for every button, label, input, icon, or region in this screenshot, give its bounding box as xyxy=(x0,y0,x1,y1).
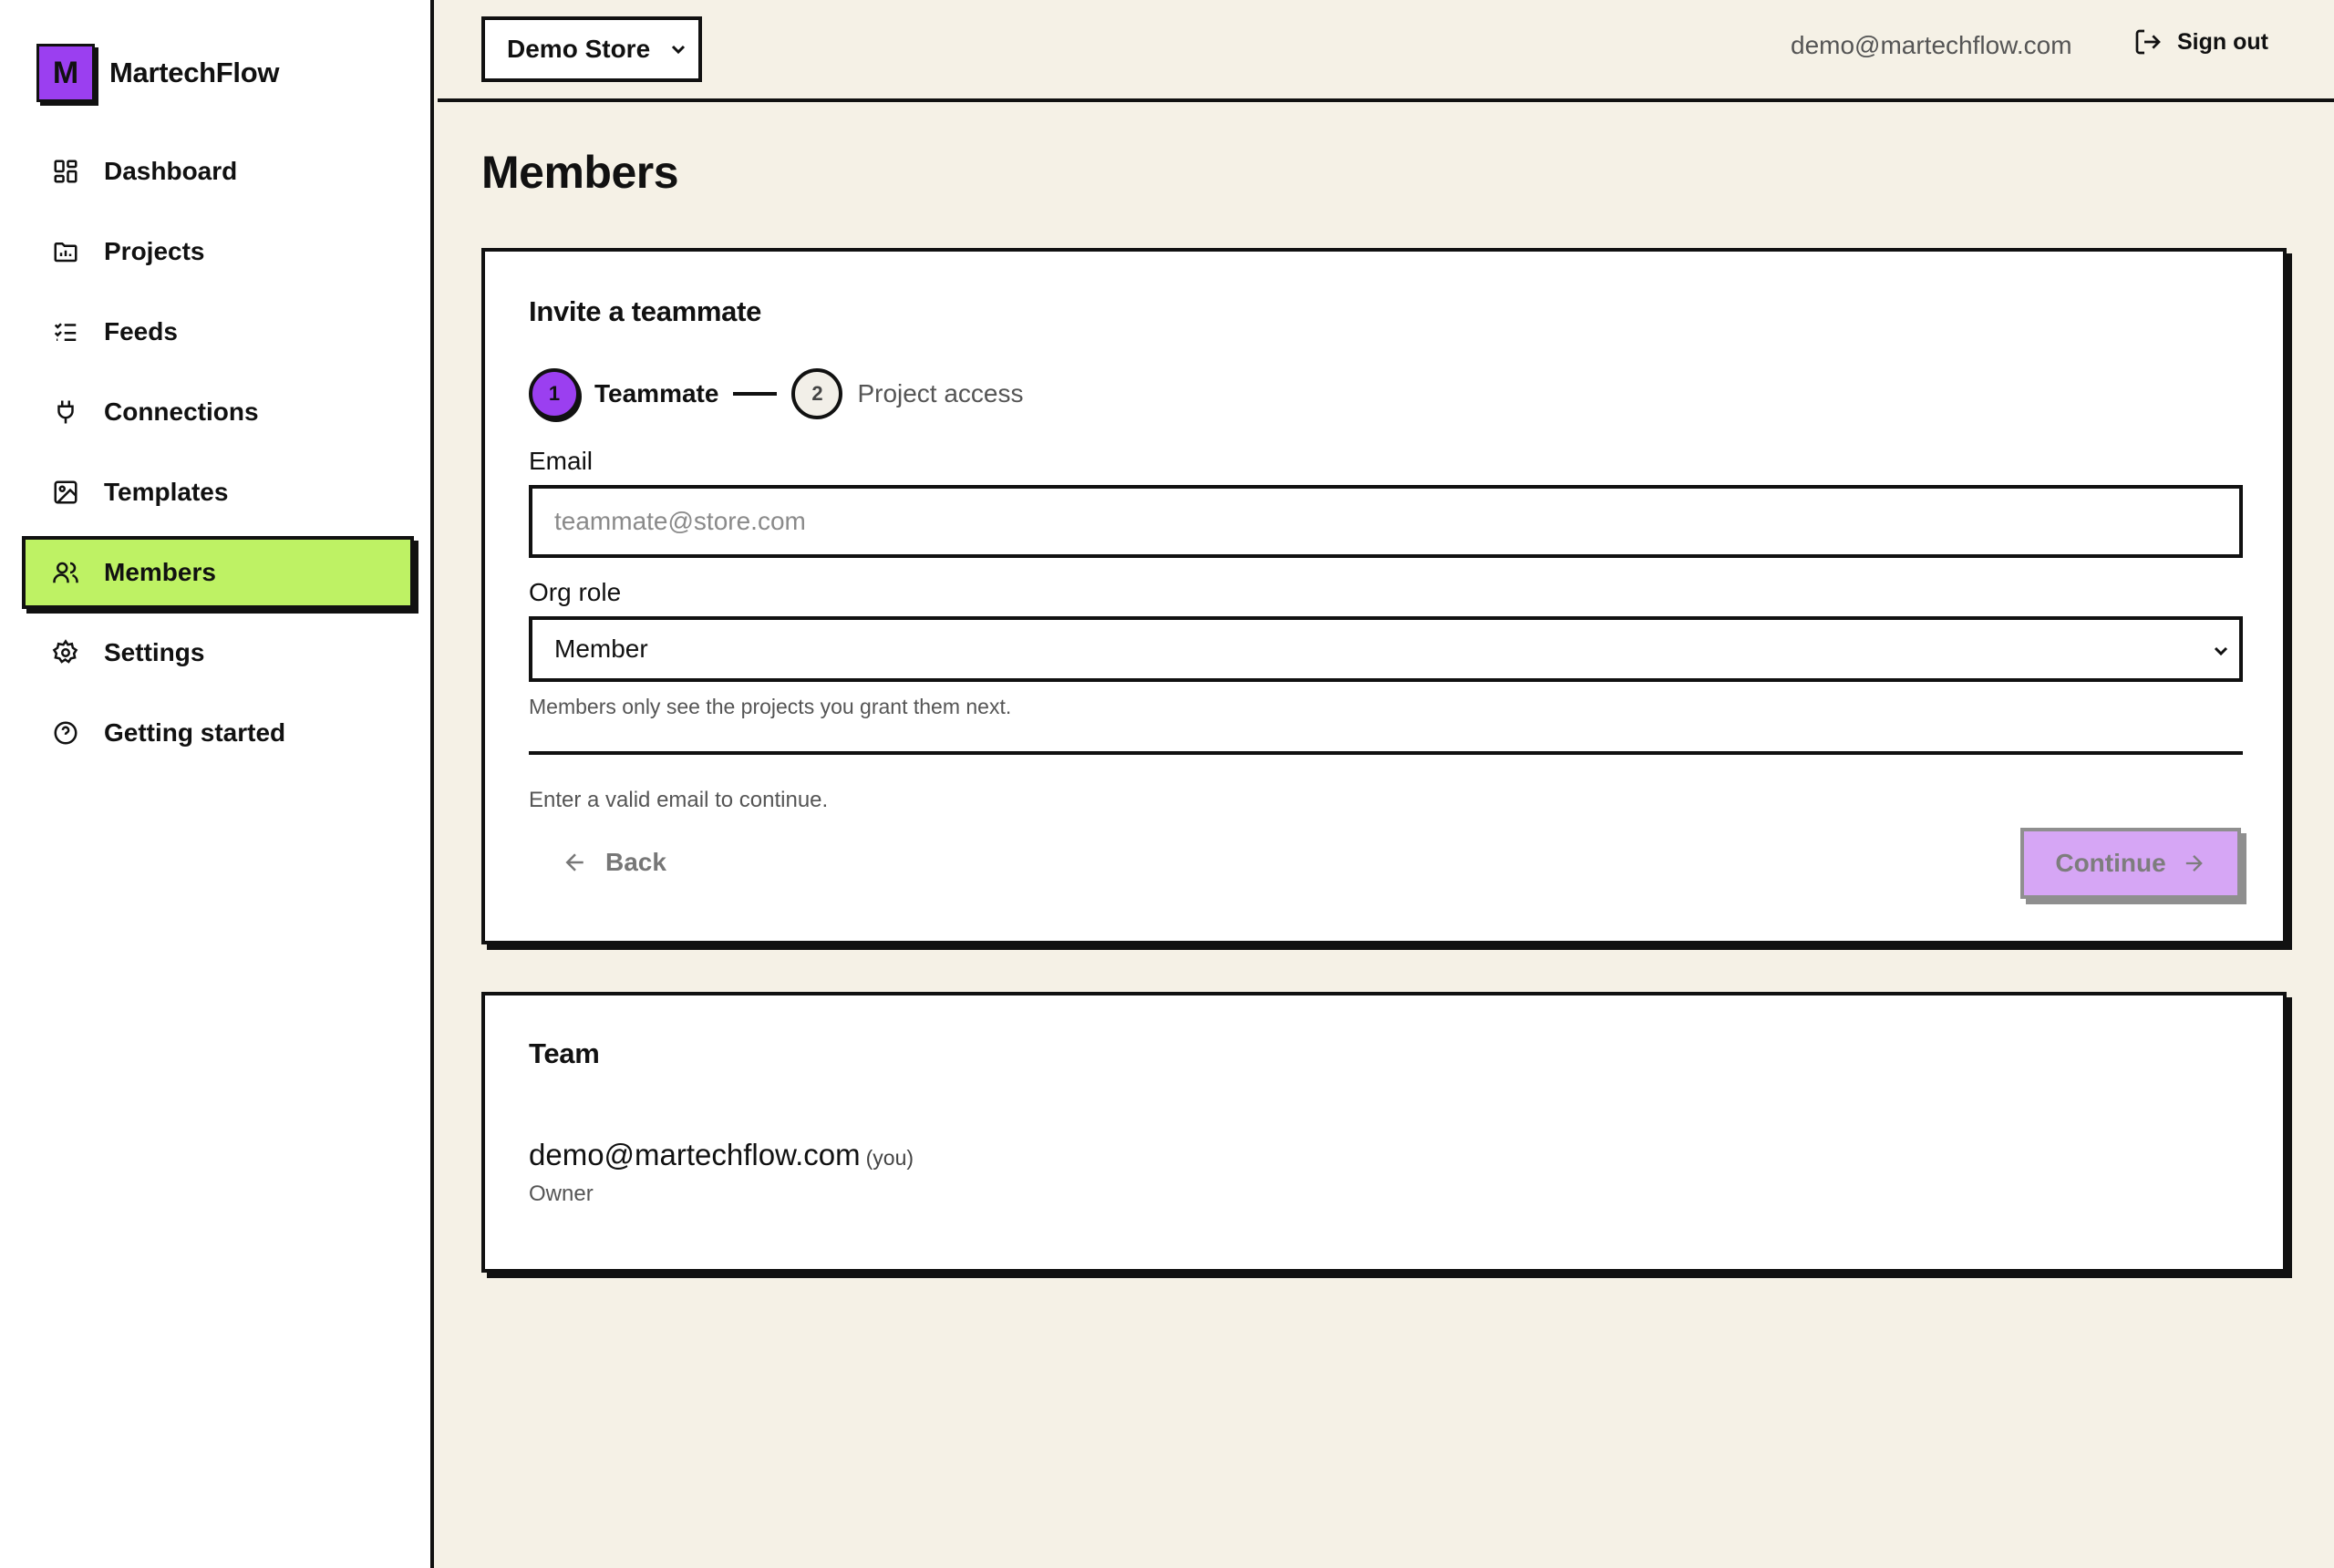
list-item: demo@martechflow.com (you) xyxy=(529,1138,914,1172)
sidebar-item-projects[interactable]: Projects xyxy=(22,215,414,288)
continue-label: Continue xyxy=(2055,849,2166,877)
user-email: demo@martechflow.com xyxy=(1791,31,2072,59)
sidebar-item-connections[interactable]: Connections xyxy=(22,376,414,449)
step-connector xyxy=(733,392,778,396)
email-label: Email xyxy=(529,447,594,475)
page-title: Members xyxy=(481,147,679,198)
org-role-select[interactable]: Member xyxy=(529,616,2243,682)
member-email: demo@martechflow.com xyxy=(529,1138,861,1171)
dashboard-icon xyxy=(51,157,80,186)
org-role-label: Org role xyxy=(529,578,622,606)
help-circle-icon xyxy=(51,718,80,748)
top-header: Demo Store demo@martechflow.com Sign out xyxy=(438,0,2334,102)
sidebar-item-getting-started[interactable]: Getting started xyxy=(22,696,414,769)
member-you-tag: (you) xyxy=(865,1146,914,1170)
chevron-down-icon xyxy=(671,45,686,55)
sidebar-item-label: Templates xyxy=(104,478,229,506)
sidebar-item-templates[interactable]: Templates xyxy=(22,456,414,529)
step-2-indicator: 2 xyxy=(791,368,843,419)
plug-icon xyxy=(51,397,80,427)
validation-message: Enter a valid email to continue. xyxy=(529,788,829,812)
folder-chart-icon xyxy=(51,237,80,266)
form-divider xyxy=(529,751,2243,755)
sidebar-item-dashboard[interactable]: Dashboard xyxy=(22,135,414,208)
team-title: Team xyxy=(529,1037,600,1069)
brand[interactable]: M MartechFlow xyxy=(36,44,279,102)
sidebar-item-label: Members xyxy=(104,558,216,586)
brand-name: MartechFlow xyxy=(109,57,280,88)
invite-title: Invite a teammate xyxy=(529,295,762,327)
org-role-help: Members only see the projects you grant … xyxy=(529,695,1012,718)
sign-out-icon xyxy=(2135,29,2161,55)
step-2-label: Project access xyxy=(857,379,1024,407)
gear-icon xyxy=(51,638,80,667)
brand-logo: M xyxy=(36,44,95,102)
users-icon xyxy=(51,558,80,587)
store-selector[interactable]: Demo Store xyxy=(481,16,702,82)
stepper: 1 Teammate 2 Project access xyxy=(529,368,1024,419)
org-role-value: Member xyxy=(554,634,648,663)
sidebar-item-label: Dashboard xyxy=(104,157,238,185)
sidebar-item-label: Feeds xyxy=(104,317,178,346)
email-field[interactable]: teammate@store.com xyxy=(529,485,2243,558)
sidebar: M MartechFlow Dashboard Projects Feeds C… xyxy=(0,0,434,1568)
sidebar-item-label: Settings xyxy=(104,638,205,666)
sidebar-nav: Dashboard Projects Feeds Connections Tem… xyxy=(22,135,414,777)
invite-card: Invite a teammate 1 Teammate 2 Project a… xyxy=(481,248,2287,944)
back-button[interactable]: Back xyxy=(562,848,666,877)
sign-out-button[interactable]: Sign out xyxy=(2133,27,2268,57)
arrow-right-icon xyxy=(2185,855,2203,872)
sidebar-item-label: Projects xyxy=(104,237,205,265)
continue-button[interactable]: Continue xyxy=(2020,828,2241,899)
store-selector-value: Demo Store xyxy=(507,35,651,63)
image-icon xyxy=(51,478,80,507)
sign-out-label: Sign out xyxy=(2177,28,2268,55)
sidebar-item-feeds[interactable]: Feeds xyxy=(22,295,414,368)
sidebar-item-settings[interactable]: Settings xyxy=(22,616,414,689)
sidebar-item-label: Connections xyxy=(104,397,259,426)
team-card: Team demo@martechflow.com (you) Owner xyxy=(481,992,2287,1273)
member-role: Owner xyxy=(529,1181,594,1206)
chevron-down-icon xyxy=(2214,646,2228,656)
sidebar-item-label: Getting started xyxy=(104,718,286,747)
arrow-left-icon xyxy=(565,853,584,872)
step-1-indicator: 1 xyxy=(529,368,580,419)
back-label: Back xyxy=(605,848,666,876)
step-1-label: Teammate xyxy=(594,379,719,407)
checklist-icon xyxy=(51,317,80,346)
sidebar-item-members[interactable]: Members xyxy=(22,536,414,609)
